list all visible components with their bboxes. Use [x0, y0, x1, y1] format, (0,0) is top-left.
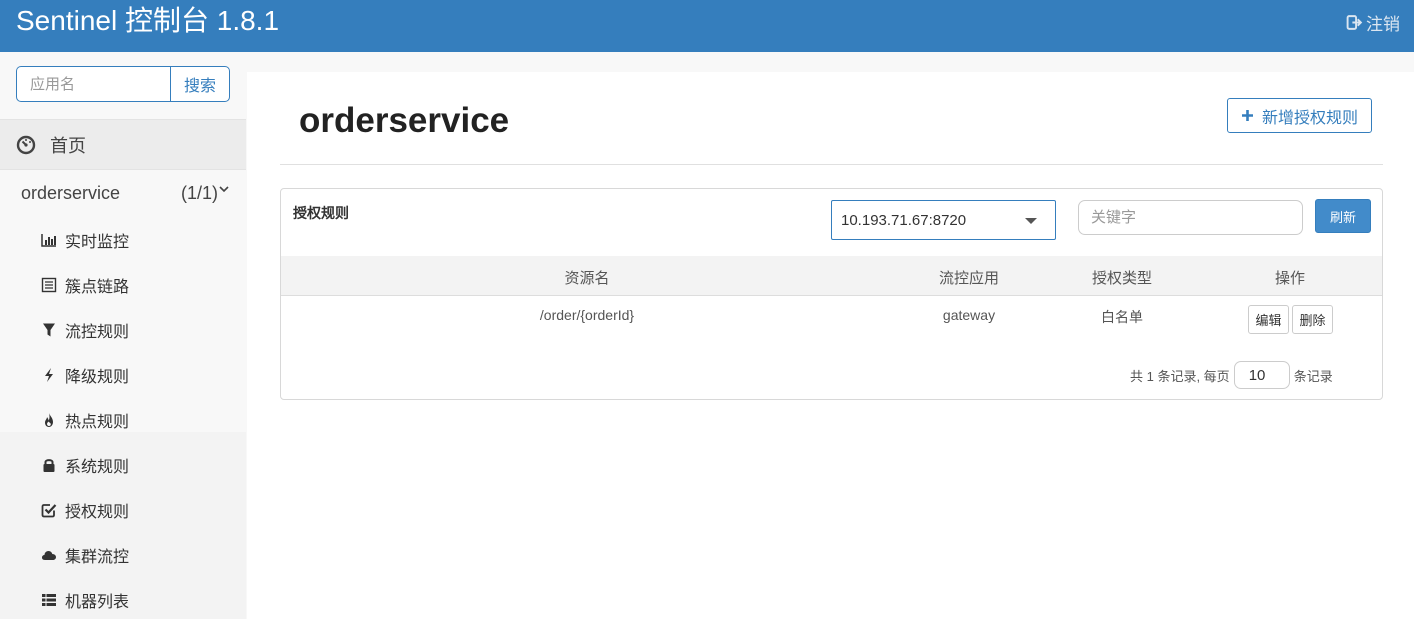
sidebar-item-label: 热点规则: [65, 413, 130, 431]
sidebar-item-degrade-rules[interactable]: 降级规则: [0, 352, 246, 397]
sidebar-item-hotspot-rules[interactable]: 热点规则: [0, 397, 246, 442]
panel-title: 授权规则: [293, 205, 349, 221]
plus-icon: [1241, 110, 1253, 121]
cell-app: gateway: [942, 307, 996, 323]
divider: [280, 164, 1383, 165]
add-authority-rule-button[interactable]: 新增授权规则: [1227, 98, 1372, 133]
pager-total: 共 1 条记录, 每页: [1130, 368, 1230, 384]
th-list-icon: [42, 593, 56, 606]
fire-icon: [45, 412, 53, 427]
sidebar-item-label: 系统规则: [65, 458, 130, 476]
add-button-label: 新增授权规则: [1261, 109, 1358, 127]
sidebar-item-label: 降级规则: [65, 368, 130, 386]
chevron-down-icon: [219, 186, 229, 193]
column-header-resource: 资源名: [564, 270, 610, 287]
refresh-button[interactable]: 刷新: [1315, 199, 1371, 233]
table-header: 资源名 流控应用 授权类型 操作: [281, 256, 1382, 296]
sidebar-app-orderservice[interactable]: orderservice (1/1): [0, 173, 246, 213]
app-name: orderservice: [21, 182, 121, 203]
home-label: 首页: [50, 135, 86, 156]
logout-label: 注销: [1366, 15, 1400, 34]
check-icon: [41, 503, 57, 517]
dashboard-icon: [16, 135, 36, 154]
sign-out-icon: [1346, 15, 1363, 30]
edit-button[interactable]: 编辑: [1248, 305, 1289, 334]
lock-icon: [43, 458, 55, 472]
sidebar-item-machine-list[interactable]: 机器列表: [0, 577, 246, 619]
sidebar-item-cluster-links[interactable]: 簇点链路: [0, 262, 246, 307]
main-content: orderservice 新增授权规则 授权规则 10.193.71.67:87…: [247, 72, 1414, 619]
pagination: 共 1 条记录, 每页 10 条记录: [1130, 361, 1333, 389]
delete-button[interactable]: 删除: [1292, 305, 1333, 334]
sidebar-item-label: 授权规则: [65, 503, 130, 521]
app-menu: 实时监控 簇点链路 流控规则 降级规则 热点规则 系统规则 授权规则 集群流控 …: [0, 217, 246, 619]
sidebar-item-realtime-monitor[interactable]: 实时监控: [0, 217, 246, 262]
column-header-actions: 操作: [1274, 270, 1306, 287]
app-machine-count: (1/1): [181, 183, 219, 203]
filter-icon: [43, 323, 55, 336]
column-header-type: 授权类型: [1091, 270, 1153, 287]
page-size-input[interactable]: 10: [1233, 361, 1290, 389]
app-title[interactable]: Sentinel 控制台 1.8.1: [16, 4, 279, 38]
logout-link[interactable]: 注销: [1346, 10, 1400, 35]
sidebar-item-label: 流控规则: [65, 323, 130, 341]
app-search-button[interactable]: 搜索: [170, 66, 230, 102]
sidebar-item-authority-rules[interactable]: 授权规则: [0, 487, 246, 532]
authority-rules-panel: 授权规则 10.193.71.67:8720 刷新 资源名 流控应用 授权类型 …: [280, 188, 1383, 400]
sidebar-item-flow-rules[interactable]: 流控规则: [0, 307, 246, 352]
sidebar-item-label: 集群流控: [65, 548, 130, 566]
keyword-input[interactable]: [1078, 200, 1303, 235]
cell-type: 白名单: [1101, 309, 1143, 325]
cloud-icon: [42, 550, 56, 560]
list-icon: [41, 277, 57, 292]
machine-select-value: 10.193.71.67:8720: [841, 211, 967, 229]
sidebar-item-system-rules[interactable]: 系统规则: [0, 442, 246, 487]
cell-resource: /order/{orderId}: [539, 307, 635, 323]
app-search: 搜索: [16, 66, 230, 102]
top-navbar: Sentinel 控制台 1.8.1 注销: [0, 0, 1414, 52]
sidebar-item-home[interactable]: 首页: [0, 119, 246, 170]
sidebar-item-label: 簇点链路: [65, 278, 130, 296]
caret-down-icon: [1025, 218, 1037, 224]
flash-icon: [45, 367, 53, 382]
sidebar: 搜索 首页 orderservice (1/1) 实时监控: [0, 52, 246, 619]
sidebar-item-label: 机器列表: [65, 593, 130, 611]
sidebar-item-cluster-flow[interactable]: 集群流控: [0, 532, 246, 577]
app-search-input[interactable]: [16, 66, 170, 102]
sidebar-item-label: 实时监控: [65, 233, 130, 251]
machine-select[interactable]: 10.193.71.67:8720: [831, 200, 1056, 240]
bar-chart-icon: [41, 233, 56, 247]
column-header-app: 流控应用: [938, 270, 1000, 287]
page-title: orderservice: [299, 101, 510, 140]
pager-suffix: 条记录: [1293, 368, 1333, 384]
